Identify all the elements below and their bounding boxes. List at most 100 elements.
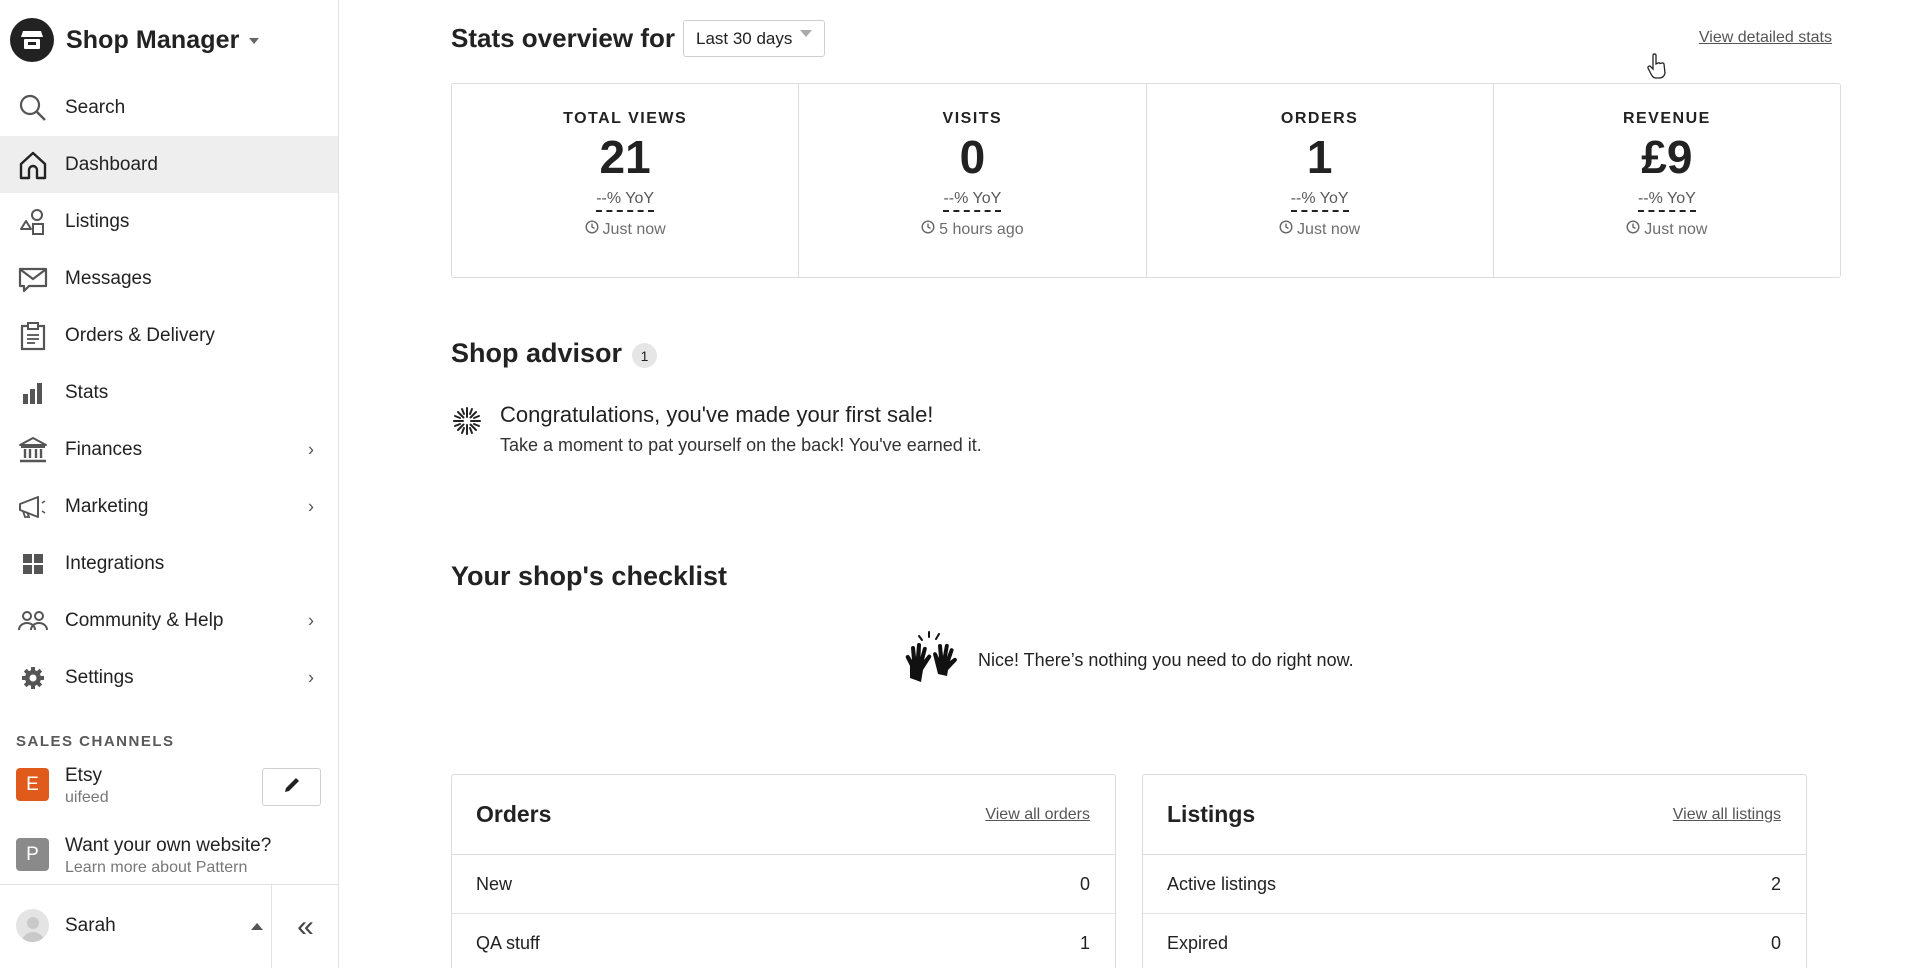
- shop-advisor-title: Shop advisor: [451, 338, 623, 368]
- user-menu[interactable]: Sarah: [16, 909, 271, 942]
- sidebar-item-orders-delivery[interactable]: Orders & Delivery: [0, 307, 338, 364]
- row-value: 2: [1770, 873, 1781, 894]
- row-value: 0: [1079, 873, 1090, 894]
- search-icon: [17, 92, 49, 124]
- stat-label: TOTAL VIEWS: [563, 110, 688, 127]
- table-row[interactable]: Expired 0: [1143, 914, 1806, 968]
- pencil-icon: [282, 775, 302, 800]
- stats-header: Stats overview for Last 30 days: [451, 20, 826, 57]
- advisor-count-badge: 1: [632, 343, 658, 368]
- stat-time: 5 hours ago: [939, 220, 1024, 238]
- table-row[interactable]: QA stuff 1: [452, 914, 1115, 968]
- sidebar-item-label: Listings: [65, 210, 130, 232]
- people-icon: [17, 605, 49, 637]
- sidebar-item-marketing[interactable]: Marketing ›: [0, 478, 338, 535]
- stat-yoy[interactable]: --% YoY: [943, 190, 1002, 212]
- sidebar-item-community-help[interactable]: Community & Help ›: [0, 592, 338, 649]
- edit-channel-button[interactable]: [262, 768, 321, 806]
- advisor-item-subtitle: Take a moment to pat yourself on the bac…: [500, 435, 982, 455]
- sidebar-item-label: Dashboard: [65, 153, 158, 175]
- view-all-listings-link[interactable]: View all listings: [1673, 806, 1781, 824]
- table-row[interactable]: New 0: [452, 855, 1115, 914]
- row-label: QA stuff: [476, 932, 540, 953]
- sidebar-item-messages[interactable]: Messages: [0, 250, 338, 307]
- stat-yoy[interactable]: --% YoY: [596, 190, 655, 212]
- sidebar-item-label: Finances: [65, 438, 143, 460]
- etsy-badge-icon: E: [16, 768, 49, 801]
- bank-icon: [17, 434, 49, 466]
- sidebar-item-listings[interactable]: Listings: [0, 193, 338, 250]
- sidebar-item-label: Settings: [65, 666, 134, 688]
- stats-overview: TOTAL VIEWS 21 --% YoY Just now VISITS 0…: [451, 83, 1841, 278]
- stat-yoy[interactable]: --% YoY: [1290, 190, 1349, 212]
- stat-orders[interactable]: ORDERS 1 --% YoY Just now: [1147, 84, 1494, 277]
- clock-icon: [921, 220, 935, 239]
- stat-updated: Just now: [1147, 220, 1493, 239]
- row-value: 0: [1770, 932, 1781, 953]
- orders-card-title: Orders: [476, 801, 552, 827]
- stat-yoy[interactable]: --% YoY: [1637, 190, 1696, 212]
- home-icon: [17, 149, 49, 181]
- megaphone-icon: [17, 491, 49, 523]
- brand-title: Shop Manager: [66, 25, 240, 54]
- caret-up-icon: [251, 923, 263, 930]
- firework-icon: [451, 405, 483, 437]
- sidebar-item-finances[interactable]: Finances ›: [0, 421, 338, 478]
- sales-channels-heading: SALES CHANNELS: [16, 733, 175, 750]
- channel-title: Etsy: [65, 765, 102, 786]
- checklist-title: Your shop's checklist: [451, 561, 727, 591]
- pattern-badge-icon: P: [16, 838, 49, 871]
- chevron-right-icon: ›: [308, 439, 314, 459]
- channel-pattern[interactable]: P Want your own website? Learn more abou…: [16, 834, 271, 878]
- gear-icon: [17, 662, 49, 694]
- channel-title: Want your own website?: [65, 835, 272, 856]
- chevron-right-icon: ›: [308, 667, 314, 687]
- sidebar-item-dashboard[interactable]: Dashboard: [0, 136, 338, 193]
- clipboard-icon: [17, 320, 49, 352]
- orders-card: Orders View all orders New 0 QA stuff 1: [451, 774, 1116, 968]
- sidebar-item-label: Orders & Delivery: [65, 324, 215, 346]
- stat-value: 21: [599, 131, 651, 183]
- caret-down-icon: [800, 30, 813, 37]
- stat-value: 0: [959, 131, 986, 183]
- envelope-icon: [17, 263, 49, 295]
- view-all-orders-link[interactable]: View all orders: [985, 806, 1090, 824]
- table-row[interactable]: Active listings 2: [1143, 855, 1806, 914]
- advisor-item: Congratulations, you've made your first …: [451, 400, 982, 458]
- stat-revenue[interactable]: REVENUE £9 --% YoY Just now: [1494, 84, 1840, 277]
- shop-advisor-header: Shop advisor 1: [451, 338, 658, 369]
- channel-subtitle: uifeed: [65, 789, 109, 806]
- stat-label: VISITS: [942, 110, 1003, 127]
- row-value: 1: [1079, 932, 1090, 953]
- sidebar-item-integrations[interactable]: Integrations: [0, 535, 338, 592]
- user-name: Sarah: [65, 914, 116, 936]
- channel-etsy[interactable]: E Etsy uifeed: [16, 764, 109, 808]
- clock-icon: [1279, 220, 1293, 239]
- caret-down-icon: [249, 38, 260, 44]
- stat-updated: 5 hours ago: [799, 220, 1145, 239]
- shop-manager-menu[interactable]: Shop Manager: [10, 18, 260, 62]
- sidebar-item-label: Stats: [65, 381, 109, 403]
- stat-value: £9: [1641, 131, 1693, 183]
- grid-icon: [17, 548, 49, 580]
- stat-visits[interactable]: VISITS 0 --% YoY 5 hours ago: [799, 84, 1147, 277]
- sidebar-item-label: Marketing: [65, 495, 149, 517]
- listings-card: Listings View all listings Active listin…: [1142, 774, 1807, 968]
- clock-icon: [585, 220, 599, 239]
- collapse-sidebar-button[interactable]: «: [272, 885, 339, 968]
- row-label: Expired: [1167, 932, 1229, 953]
- sidebar-item-stats[interactable]: Stats: [0, 364, 338, 421]
- checklist-message: Nice! There’s nothing you need to do rig…: [978, 650, 1354, 670]
- listings-card-title: Listings: [1167, 801, 1256, 827]
- stat-time: Just now: [602, 220, 666, 238]
- sidebar-item-label: Messages: [65, 267, 152, 289]
- sidebar-nav: Search Dashboard Listings Messages Order…: [0, 79, 338, 706]
- view-detailed-stats-link[interactable]: View detailed stats: [1699, 29, 1832, 47]
- hand-cursor-icon: [1647, 53, 1667, 84]
- date-range-select[interactable]: Last 30 days: [682, 20, 826, 57]
- sidebar-item-settings[interactable]: Settings ›: [0, 649, 338, 706]
- stat-total-views[interactable]: TOTAL VIEWS 21 --% YoY Just now: [452, 84, 800, 277]
- sidebar-item-search[interactable]: Search: [0, 79, 338, 136]
- clock-icon: [1626, 220, 1640, 239]
- advisor-item-title: Congratulations, you've made your first …: [500, 402, 934, 427]
